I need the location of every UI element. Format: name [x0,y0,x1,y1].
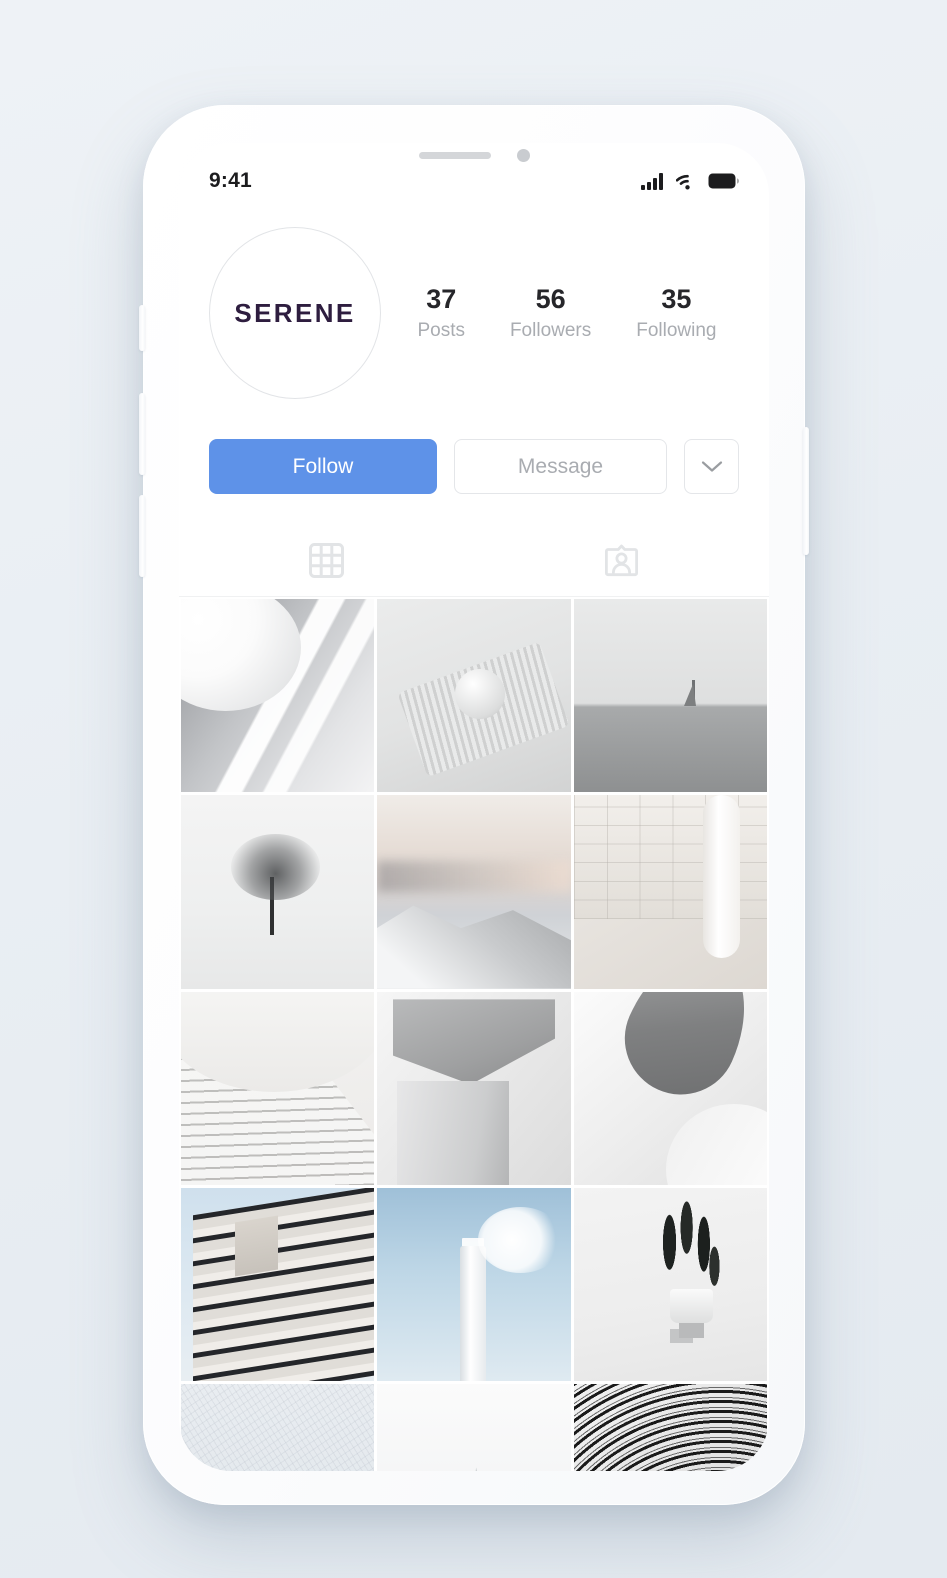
stat-following-value: 35 [661,283,692,314]
post-lone-tree-snow-image [181,795,375,989]
stat-posts[interactable]: 37 Posts [417,284,465,342]
stat-posts-label: Posts [417,320,465,342]
tab-grid[interactable] [179,525,474,596]
post-misty-peaks[interactable] [377,1384,571,1471]
post-lone-tree-snow[interactable] [181,795,375,989]
post-sphere-architecture-image [181,599,375,793]
front-camera-icon [516,148,530,162]
avatar[interactable]: SERENE [209,227,381,399]
phone-frame: 9:41 SERENE 37 Posts 56 Followers 35 Fol… [139,105,809,1505]
post-modernist-building[interactable] [181,1187,375,1382]
silent-switch-button[interactable] [139,305,145,351]
wifi-icon [676,174,690,189]
status-bar-time: 9:41 [209,169,252,192]
post-snow-texture-image [181,1384,375,1471]
cellular-signal-icon [641,172,663,190]
volume-up-button[interactable] [139,393,145,475]
post-abstract-curve-image [573,991,767,1185]
post-snowy-mountain-dusk[interactable] [377,795,571,989]
post-sailboat-sea-image [573,599,767,793]
post-tiled-interior-column[interactable] [573,795,767,989]
stat-followers-label: Followers [509,320,592,342]
stat-followers[interactable]: 56 Followers [510,284,591,342]
post-perforated-mesh-image [573,1384,767,1471]
speaker-grille [418,151,491,159]
more-options-button[interactable] [684,439,739,494]
post-lighthouse-sky[interactable] [377,1187,571,1382]
photo-grid [179,599,769,1471]
profile-header: SERENE 37 Posts 56 Followers 35 Followin… [179,205,769,399]
post-ceramic-objects[interactable] [377,599,571,793]
post-modernist-building-image [181,1187,375,1382]
post-snow-texture[interactable] [181,1384,375,1471]
stat-posts-value: 37 [426,283,457,314]
post-tiled-interior-column-image [573,795,767,989]
follow-button[interactable]: Follow [209,439,437,494]
post-perforated-mesh[interactable] [573,1384,767,1471]
status-bar-icons [641,172,739,190]
volume-down-button[interactable] [139,495,145,577]
post-curved-staircase[interactable] [181,991,375,1185]
phone-screen: 9:41 SERENE 37 Posts 56 Followers 35 Fol… [179,143,769,1471]
stat-followers-value: 56 [535,283,566,314]
post-ceramic-objects-image [377,599,571,793]
grid-icon [309,543,344,578]
post-curved-staircase-image [181,991,375,1185]
stat-following-label: Following [636,320,717,342]
profile-action-row: Follow Message [179,439,769,494]
post-abstract-curve[interactable] [573,991,767,1185]
tab-tagged[interactable] [474,525,769,596]
post-lighthouse-sky-image [377,1187,571,1382]
post-misty-peaks-image [377,1384,571,1471]
profile-stats: 37 Posts 56 Followers 35 Following [381,284,739,342]
message-button[interactable]: Message [454,439,667,494]
profile-tab-bar [179,525,769,597]
post-sailboat-sea[interactable] [573,599,767,793]
battery-icon [708,173,739,189]
stat-following[interactable]: 35 Following [636,284,716,342]
post-potted-plant-image [573,1187,767,1382]
person-card-icon [605,544,638,577]
post-potted-plant[interactable] [573,1187,767,1382]
post-sphere-architecture[interactable] [181,599,375,793]
post-concrete-architecture[interactable] [377,991,571,1185]
notch [355,143,593,177]
power-button[interactable] [803,427,809,555]
post-concrete-architecture-image [377,991,571,1185]
avatar-label: SERENE [234,297,356,328]
chevron-down-icon [701,461,722,472]
post-snowy-mountain-dusk-image [377,795,571,989]
